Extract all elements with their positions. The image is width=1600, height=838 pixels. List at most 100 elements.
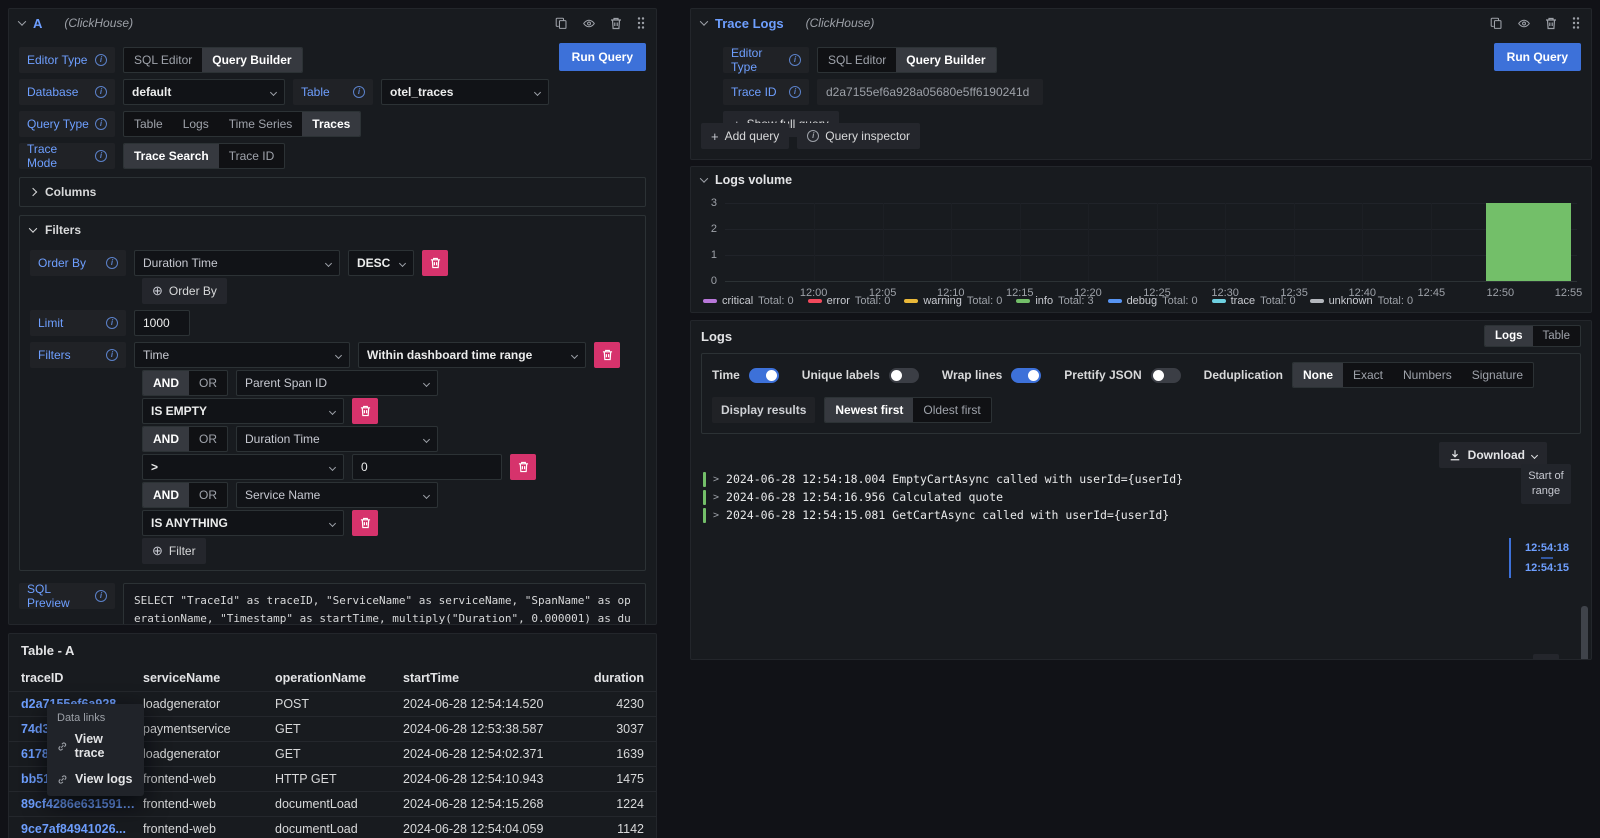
option-logs[interactable]: Logs	[173, 112, 219, 136]
legend-item-warning[interactable]: warningTotal: 0	[904, 295, 1002, 307]
expand-log-icon[interactable]: >	[713, 492, 719, 503]
option-table[interactable]: Table	[124, 112, 173, 136]
legend-item-error[interactable]: errorTotal: 0	[808, 295, 891, 307]
info-icon: i	[789, 54, 801, 66]
scroll-to-top-button[interactable]: ↑	[1533, 654, 1559, 660]
eye-icon[interactable]	[582, 17, 596, 30]
panel-datasource: (ClickHouse)	[64, 16, 133, 30]
order-by-direction-select[interactable]: DESC	[348, 250, 414, 276]
expand-log-icon[interactable]: >	[713, 510, 719, 521]
option-exact[interactable]: Exact	[1343, 363, 1393, 387]
col-duration[interactable]: duration	[593, 671, 644, 685]
trash-icon[interactable]	[1545, 17, 1557, 30]
time-toggle[interactable]	[749, 368, 779, 383]
legend-item-debug[interactable]: debugTotal: 0	[1108, 295, 1198, 307]
drag-handle-icon[interactable]	[1571, 16, 1581, 30]
col-starttime[interactable]: startTime	[403, 671, 593, 685]
log-range-indicator[interactable]: 12:54:18 12:54:15	[1509, 538, 1575, 578]
condition-field-select[interactable]: Parent Span ID	[236, 370, 438, 396]
legend-item-unknown[interactable]: unknownTotal: 0	[1310, 295, 1414, 307]
database-select[interactable]: default	[123, 79, 285, 105]
conjunction-group: AND OR	[142, 370, 228, 396]
panel-collapse-icon[interactable]	[700, 17, 708, 25]
legend-item-info[interactable]: infoTotal: 3	[1016, 295, 1093, 307]
option-sql-editor[interactable]: SQL Editor	[124, 48, 202, 72]
legend-item-trace[interactable]: traceTotal: 0	[1212, 295, 1296, 307]
run-query-button[interactable]: Run Query	[1494, 43, 1581, 71]
prettify-json-toggle[interactable]	[1151, 368, 1181, 383]
remove-condition-button[interactable]	[510, 454, 536, 480]
option-query-builder[interactable]: Query Builder	[896, 48, 995, 72]
option-or[interactable]: OR	[189, 371, 227, 395]
expand-log-icon[interactable]: >	[713, 474, 719, 485]
view-logs-menu-item[interactable]: View logs	[47, 766, 144, 792]
filter-time-field-select[interactable]: Time	[134, 342, 350, 368]
run-query-button[interactable]: Run Query	[559, 43, 646, 71]
col-operationname[interactable]: operationName	[275, 671, 403, 685]
wrap-lines-toggle[interactable]	[1011, 368, 1041, 383]
option-or[interactable]: OR	[189, 427, 227, 451]
drag-handle-icon[interactable]	[636, 16, 646, 30]
option-trace-search[interactable]: Trace Search	[124, 144, 219, 168]
option-or[interactable]: OR	[189, 483, 227, 507]
option-numbers[interactable]: Numbers	[1393, 363, 1462, 387]
start-of-range-label: Start of range	[1521, 464, 1571, 504]
remove-order-by-button[interactable]	[422, 250, 448, 276]
logs-scrollbar-thumb[interactable]	[1581, 606, 1588, 660]
remove-condition-button[interactable]	[352, 510, 378, 536]
option-and[interactable]: AND	[143, 483, 189, 507]
condition-operator-select[interactable]: IS ANYTHING	[142, 510, 344, 536]
remove-condition-button[interactable]	[352, 398, 378, 424]
order-by-field-select[interactable]: Duration Time	[134, 250, 340, 276]
option-newest-first[interactable]: Newest first	[825, 398, 913, 422]
chevron-down-icon	[325, 259, 332, 266]
panel-collapse-icon[interactable]	[18, 17, 26, 25]
option-signature[interactable]: Signature	[1462, 363, 1533, 387]
table-select[interactable]: otel_traces	[381, 79, 549, 105]
trace-link[interactable]: 89cf4286e631591b4...	[21, 797, 143, 811]
option-trace-id[interactable]: Trace ID	[219, 144, 285, 168]
condition-operator-select[interactable]: >	[142, 454, 344, 480]
unique-labels-toggle[interactable]	[889, 368, 919, 383]
option-and[interactable]: AND	[143, 371, 189, 395]
add-order-by-button[interactable]: ⊕Order By	[142, 278, 227, 304]
query-inspector-button[interactable]: iQuery inspector	[797, 123, 920, 149]
option-and[interactable]: AND	[143, 427, 189, 451]
condition-field-select[interactable]: Duration Time	[236, 426, 438, 452]
col-servicename[interactable]: serviceName	[143, 671, 275, 685]
panel-title: A	[33, 16, 42, 31]
option-time-series[interactable]: Time Series	[219, 112, 303, 136]
eye-icon[interactable]	[1517, 17, 1531, 30]
add-query-button[interactable]: +Add query	[701, 123, 789, 149]
duplicate-icon[interactable]	[555, 17, 568, 30]
col-traceid[interactable]: traceID	[21, 671, 143, 685]
option-traces[interactable]: Traces	[302, 112, 360, 136]
filter-time-value-select[interactable]: Within dashboard time range	[358, 342, 586, 368]
trace-link[interactable]: 9ce7af84941026...	[21, 822, 143, 836]
add-filter-button[interactable]: ⊕Filter	[142, 538, 206, 564]
option-sql-editor[interactable]: SQL Editor	[818, 48, 896, 72]
columns-section-header[interactable]: Columns	[20, 178, 645, 206]
info-logs-bar[interactable]	[1486, 203, 1571, 281]
trace-id-value[interactable]: d2a7155ef6a928a05680e5ff6190241d	[817, 79, 1043, 105]
condition-field-select[interactable]: Service Name	[236, 482, 438, 508]
duplicate-icon[interactable]	[1490, 17, 1503, 30]
filters-section-header[interactable]: Filters	[20, 216, 645, 244]
limit-input[interactable]	[134, 310, 190, 336]
right-column: Trace Logs (ClickHouse) Run Query Editor…	[690, 8, 1592, 660]
remove-filter-button[interactable]	[594, 342, 620, 368]
condition-operator-select[interactable]: IS EMPTY	[142, 398, 344, 424]
trash-icon[interactable]	[610, 17, 622, 30]
option-none[interactable]: None	[1293, 363, 1343, 387]
option-table-view[interactable]: Table	[1533, 326, 1581, 346]
panel-collapse-icon[interactable]	[700, 174, 708, 182]
option-logs-view[interactable]: Logs	[1485, 326, 1532, 346]
log-line[interactable]: > 2024-06-28 12:54:15.081 GetCartAsync c…	[691, 506, 1591, 524]
log-line[interactable]: > 2024-06-28 12:54:18.004 EmptyCartAsync…	[691, 470, 1591, 488]
view-trace-menu-item[interactable]: View trace	[47, 726, 144, 766]
log-line[interactable]: > 2024-06-28 12:54:16.956 Calculated quo…	[691, 488, 1591, 506]
legend-item-critical[interactable]: criticalTotal: 0	[703, 295, 794, 307]
option-query-builder[interactable]: Query Builder	[202, 48, 301, 72]
condition-value-input[interactable]	[352, 454, 502, 480]
option-oldest-first[interactable]: Oldest first	[913, 398, 990, 422]
